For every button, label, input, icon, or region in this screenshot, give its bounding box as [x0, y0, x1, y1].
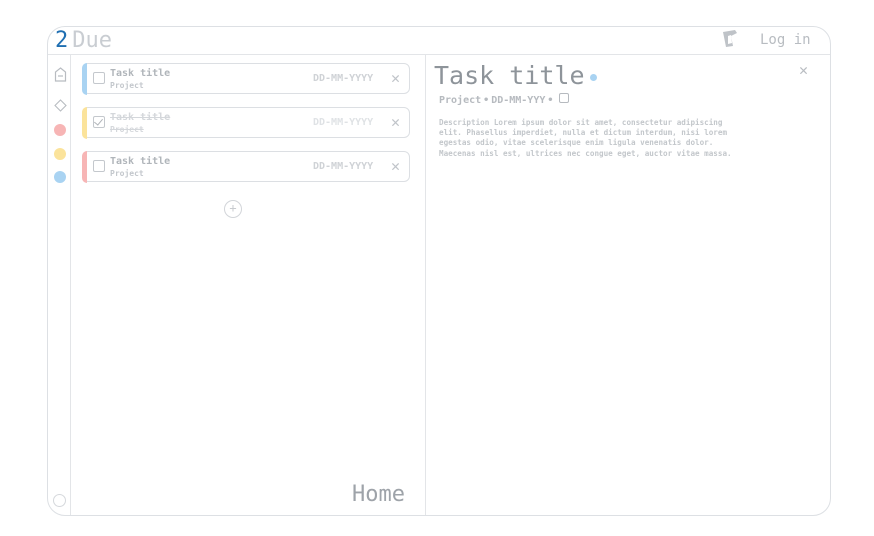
task-color-strip	[81, 106, 87, 139]
detail-description[interactable]: Description Lorem ipsum dolor sit amet, …	[439, 118, 744, 159]
delete-icon[interactable]: ✕	[391, 113, 400, 131]
logo-word: Due	[72, 28, 112, 53]
detail-meta: Project • DD-MM-YYY •	[439, 93, 570, 106]
color-filter-yellow[interactable]	[54, 148, 66, 160]
task-project: Project	[110, 169, 144, 178]
sidebar-divider	[70, 54, 71, 515]
color-filter-blue[interactable]	[54, 171, 66, 183]
delete-icon[interactable]: ✕	[391, 157, 400, 175]
task-list: Task title Project DD-MM-YYYY ✕ Task tit…	[81, 62, 410, 195]
task-checkbox[interactable]	[93, 160, 105, 172]
task-date: DD-MM-YYYY	[313, 73, 374, 84]
task-card[interactable]: Task title Project DD-MM-YYYY ✕	[81, 62, 410, 95]
list-heading: Home	[352, 482, 405, 507]
detail-checkbox[interactable]	[559, 93, 570, 103]
bullet-separator: •	[547, 95, 554, 106]
color-filter-red[interactable]	[54, 124, 66, 136]
header-divider	[48, 54, 830, 55]
detail-project[interactable]: Project	[439, 95, 481, 106]
task-card[interactable]: Task title Project DD-MM-YYYY ✕	[81, 106, 410, 139]
diamond-icon[interactable]	[54, 97, 67, 116]
task-title: Task title	[110, 156, 171, 167]
detail-color-dot[interactable]	[590, 74, 597, 81]
task-color-strip	[81, 62, 87, 95]
bullet-separator: •	[483, 95, 490, 106]
task-checkbox[interactable]	[93, 116, 105, 128]
add-task-button[interactable]: +	[224, 200, 242, 218]
tag-icon[interactable]	[54, 67, 67, 87]
app-logo[interactable]: 2 Due	[55, 29, 112, 53]
task-checkbox[interactable]	[93, 72, 105, 84]
close-icon[interactable]: ✕	[799, 61, 808, 79]
detail-title[interactable]: Task title	[434, 61, 585, 90]
task-title: Task title	[110, 112, 171, 123]
task-date: DD-MM-YYYY	[313, 117, 374, 128]
task-title: Task title	[110, 68, 171, 79]
task-project: Project	[110, 125, 144, 134]
settings-circle-icon[interactable]	[53, 494, 66, 507]
logo-number: 2	[55, 28, 69, 53]
delete-icon[interactable]: ✕	[391, 69, 400, 87]
pane-divider	[425, 54, 426, 515]
detail-date[interactable]: DD-MM-YYY	[491, 95, 545, 106]
task-project: Project	[110, 81, 144, 90]
login-button[interactable]: Log in	[760, 32, 811, 48]
task-date: DD-MM-YYYY	[313, 161, 374, 172]
task-color-strip	[81, 150, 87, 183]
app-window: 2 Due Log in Task title Project DD-MM-YYY…	[47, 26, 831, 516]
task-card[interactable]: Task title Project DD-MM-YYYY ✕	[81, 150, 410, 183]
login-icon[interactable]	[720, 29, 740, 49]
